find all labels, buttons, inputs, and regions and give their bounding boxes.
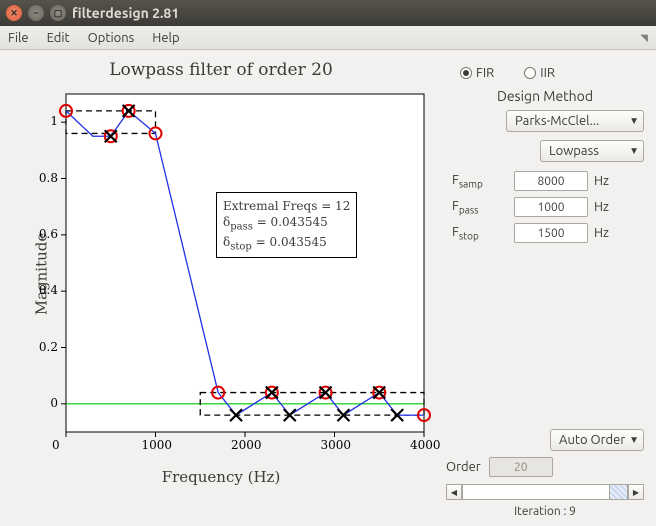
menubar-grip-icon: ◥ (640, 32, 648, 44)
menubar: File Edit Options Help ◥ (0, 26, 656, 50)
fstop-input[interactable]: 1500 (514, 223, 588, 243)
xtick-label: 0 (52, 438, 60, 452)
iteration-slider[interactable]: ◀ ▶ (446, 483, 644, 501)
xtick-label: 3000 (321, 438, 352, 452)
xtick-label: 4000 (410, 438, 441, 452)
ytick-label: 0.2 (39, 340, 58, 354)
hz-unit: Hz (594, 226, 618, 240)
slider-track[interactable] (462, 484, 628, 500)
info-delta-pass: δpass = 0.043545 (223, 214, 350, 234)
chart-title: Lowpass filter of order 20 (6, 60, 436, 80)
window-title: filterdesign 2.81 (72, 5, 179, 21)
chevron-down-icon: ▼ (629, 145, 639, 157)
order-mode-value: Auto Order (559, 433, 625, 447)
radio-selected-icon (460, 67, 472, 79)
xtick-label: 1000 (142, 438, 173, 452)
window-close-button[interactable]: ✕ (6, 5, 22, 21)
radio-unselected-icon (524, 67, 536, 79)
fpass-input[interactable]: 1000 (514, 197, 588, 217)
fsamp-label: Fsamp (452, 173, 508, 190)
design-method-heading: Design Method (446, 88, 644, 104)
iteration-label: Iteration : 9 (446, 505, 644, 518)
ytick-label: 0.4 (39, 283, 58, 297)
filter-type-iir-radio[interactable]: IIR (524, 66, 555, 80)
fstop-label: Fstop (452, 225, 508, 242)
fpass-label: Fpass (452, 199, 508, 216)
chart-panel: Lowpass filter of order 20 Magnitude Ext… (6, 60, 436, 518)
filter-shape-value: Lowpass (549, 144, 599, 158)
menu-options[interactable]: Options (88, 31, 135, 45)
window-maximize-button[interactable]: ▢ (50, 5, 66, 21)
ytick-label: 0.6 (39, 227, 58, 241)
order-mode-select[interactable]: Auto Order ▼ (550, 429, 644, 451)
fir-label: FIR (476, 66, 494, 80)
slider-thumb[interactable] (609, 485, 627, 499)
order-label: Order (446, 460, 481, 474)
menu-file[interactable]: File (8, 31, 29, 45)
titlebar: ✕ – ▢ filterdesign 2.81 (0, 0, 656, 26)
ytick-label: 0.8 (39, 171, 58, 185)
chart-info-box: Extremal Freqs = 12 δpass = 0.043545 δst… (216, 192, 357, 258)
info-delta-stop: δstop = 0.043545 (223, 234, 350, 254)
controls-panel: FIR IIR Design Method Parks-McClel... ▼ … (446, 60, 644, 518)
menu-help[interactable]: Help (152, 31, 179, 45)
chevron-down-icon: ▼ (629, 434, 639, 446)
hz-unit: Hz (594, 200, 618, 214)
menu-edit[interactable]: Edit (47, 31, 70, 45)
iir-label: IIR (540, 66, 555, 80)
filter-shape-select[interactable]: Lowpass ▼ (540, 140, 644, 162)
info-extremal-freqs: Extremal Freqs = 12 (223, 198, 350, 214)
chart-xlabel: Frequency (Hz) (6, 468, 436, 486)
design-method-select[interactable]: Parks-McClel... ▼ (506, 110, 644, 132)
chart-ylabel: Magnitude (32, 233, 50, 316)
xtick-label: 2000 (231, 438, 262, 452)
ytick-label: 0 (50, 396, 58, 410)
filter-type-fir-radio[interactable]: FIR (460, 66, 494, 80)
fsamp-input[interactable]: 8000 (514, 171, 588, 191)
slider-right-button[interactable]: ▶ (628, 484, 644, 500)
hz-unit: Hz (594, 174, 618, 188)
chart-plot: Magnitude Extremal Freqs = 12 δpass = 0.… (6, 84, 436, 464)
ytick-label: 1 (50, 114, 58, 128)
window-minimize-button[interactable]: – (28, 5, 44, 21)
order-input: 20 (489, 457, 553, 477)
slider-left-button[interactable]: ◀ (446, 484, 462, 500)
design-method-value: Parks-McClel... (515, 114, 599, 128)
chevron-down-icon: ▼ (629, 115, 639, 127)
